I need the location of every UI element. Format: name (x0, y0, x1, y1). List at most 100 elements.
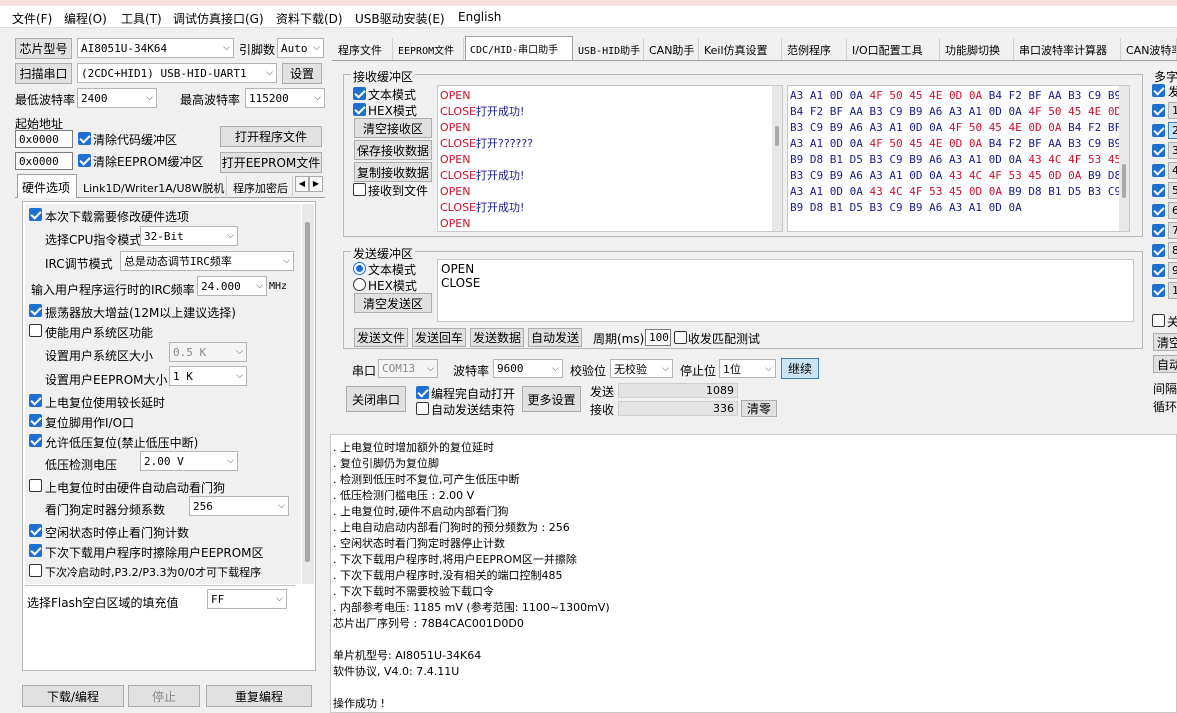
multi-item-button[interactable]: 2 (1168, 122, 1177, 139)
tab-can-helper[interactable]: CAN助手 (645, 38, 699, 60)
clear-code-checkbox[interactable] (78, 132, 91, 145)
send-file-button[interactable]: 发送文件 (354, 328, 408, 347)
menu-download[interactable]: 资料下载(D) (276, 10, 343, 27)
multi-item-button[interactable]: 3 (1168, 142, 1177, 159)
period-input[interactable]: 100 (645, 329, 671, 346)
pins-select[interactable]: Auto ⌵ (277, 38, 324, 58)
tab-link1d[interactable]: Link1D/Writer1A/U8W脱机 (79, 176, 227, 198)
multi-item-button[interactable]: 6 (1168, 202, 1177, 219)
rx-hex-scroll-thumb[interactable] (1122, 164, 1126, 198)
tx-text-area[interactable]: OPEN CLOSE (437, 259, 1134, 322)
scan-port-button[interactable]: 扫描串口 (15, 63, 72, 84)
osc-gain-checkbox[interactable] (29, 304, 42, 317)
tab-hardware-options[interactable]: 硬件选项 (17, 174, 77, 198)
irc-freq-select[interactable]: 24.000 ⌵ (197, 276, 267, 296)
wdt-div-select[interactable]: 256 ⌵ (189, 496, 289, 516)
baud-select[interactable]: 9600 ⌵ (493, 359, 563, 378)
tab-pin-switch[interactable]: 功能脚切换 (941, 38, 1014, 60)
multi-item-checkbox[interactable] (1152, 204, 1165, 217)
multi-item-checkbox[interactable] (1152, 164, 1165, 177)
menu-english[interactable]: English (458, 10, 501, 24)
tab-scroll-right-icon[interactable]: ▶ (309, 176, 323, 192)
multi-close-checkbox[interactable] (1152, 314, 1165, 327)
multi-item-checkbox[interactable] (1152, 84, 1165, 97)
stop-button[interactable]: 停止 (128, 685, 200, 707)
multi-item-button[interactable]: 4 (1168, 162, 1177, 179)
multi-item-checkbox[interactable] (1152, 144, 1165, 157)
download-button[interactable]: 下载/编程 (22, 685, 124, 707)
auto-open-checkbox[interactable] (416, 386, 429, 399)
modify-hw-checkbox[interactable] (29, 208, 42, 221)
user-sys-checkbox[interactable] (29, 324, 42, 337)
multi-item-checkbox[interactable] (1152, 124, 1165, 137)
copy-rx-button[interactable]: 复制接收数据 (354, 162, 432, 182)
port-select[interactable]: (2CDC+HID1) USB-HID-UART1 ⌵ (77, 63, 277, 83)
multi-item-checkbox[interactable] (1152, 244, 1165, 257)
cpu-mode-select[interactable]: 32-Bit ⌵ (140, 226, 238, 246)
settings-button[interactable]: 设置 (282, 63, 322, 84)
wdt-auto-checkbox[interactable] (29, 479, 42, 492)
rx-hex-area[interactable]: A3 A1 0D 0A 4F 50 45 4E 0D 0A B4 F2 BF A… (787, 85, 1130, 232)
multi-item-button[interactable]: 9 (1168, 262, 1177, 279)
multi-item-checkbox[interactable] (1152, 104, 1165, 117)
lvd-select[interactable]: 2.00 V ⌵ (140, 451, 238, 471)
multi-item-checkbox[interactable] (1152, 264, 1165, 277)
menu-usb-driver[interactable]: USB驱动安装(E) (355, 10, 445, 27)
multi-auto-button[interactable]: 自动 (1153, 355, 1177, 373)
multi-item-button[interactable]: 1 (1168, 282, 1177, 299)
options-scroll-thumb[interactable] (305, 222, 310, 562)
rx-hex-scrollbar[interactable] (1119, 86, 1129, 231)
tab-encrypt[interactable]: 程序加密后 (229, 176, 293, 198)
clear-eeprom-checkbox[interactable] (78, 154, 91, 167)
clear-count-button[interactable]: 清零 (741, 400, 777, 417)
parity-select[interactable]: 无校验 ⌵ (610, 359, 673, 378)
rx-text-scroll-thumb[interactable] (775, 126, 779, 146)
clear-tx-button[interactable]: 清空发送区 (354, 293, 432, 313)
multi-item-checkbox[interactable] (1152, 284, 1165, 297)
sys-size-select[interactable]: 0.5 K ⌵ (169, 342, 247, 362)
com-port-select[interactable]: COM13 ⌵ (378, 359, 438, 378)
tab-scroll-left-icon[interactable]: ◀ (295, 176, 309, 192)
menu-debug[interactable]: 调试仿真接口(G) (173, 10, 264, 27)
multi-item-checkbox[interactable] (1152, 184, 1165, 197)
tab-program-file[interactable]: 程序文件 (334, 38, 393, 60)
min-baud-select[interactable]: 2400 ⌵ (77, 88, 157, 108)
idle-wdt-checkbox[interactable] (29, 524, 42, 537)
clear-rx-button[interactable]: 清空接收区 (354, 118, 432, 138)
rx-text-scrollbar[interactable] (772, 86, 782, 231)
tab-usb-hid[interactable]: USB-HID助手 (574, 38, 644, 60)
tx-text-mode-radio[interactable] (353, 262, 366, 275)
rx-to-file-checkbox[interactable] (353, 183, 366, 196)
lvr-checkbox[interactable] (29, 434, 42, 447)
tab-can-baud[interactable]: CAN波特率 (1122, 38, 1177, 60)
max-baud-select[interactable]: 115200 ⌵ (245, 88, 325, 108)
multi-item-button[interactable]: 1 (1168, 102, 1177, 119)
eeprom-address-input[interactable]: 0x0000 (15, 152, 73, 170)
multi-item-checkbox[interactable] (1152, 224, 1165, 237)
rx-hex-mode-checkbox[interactable] (353, 103, 366, 116)
log-output[interactable]: . 上电复位时增加额外的复位延时 . 复位引脚仍为复位脚 . 检测到低压时不复位… (330, 434, 1177, 713)
auto-end-checkbox[interactable] (416, 402, 429, 415)
reprogram-button[interactable]: 重复编程 (206, 685, 312, 707)
tab-keil-sim[interactable]: Keil仿真设置 (700, 38, 782, 60)
menu-tools[interactable]: 工具(T) (121, 10, 162, 27)
more-settings-button[interactable]: 更多设置 (522, 386, 581, 412)
cold-boot-checkbox[interactable] (29, 564, 42, 577)
continue-button[interactable]: 继续 (781, 358, 819, 379)
match-test-checkbox[interactable] (674, 331, 687, 344)
options-scrollbar[interactable] (302, 204, 314, 584)
auto-send-button[interactable]: 自动发送 (528, 328, 582, 347)
tab-examples[interactable]: 范例程序 (783, 38, 847, 60)
open-program-file-button[interactable]: 打开程序文件 (220, 126, 322, 147)
code-address-input[interactable]: 0x0000 (15, 130, 73, 148)
erase-eeprom-checkbox[interactable] (29, 544, 42, 557)
tab-io-config[interactable]: I/O口配置工具 (848, 38, 940, 60)
rx-text-area[interactable]: OPEN CLOSE打开成功! OPEN CLOSE打开?????? OPEN CLOSE… (437, 85, 783, 232)
send-data-button[interactable]: 发送数据 (470, 328, 524, 347)
stop-bits-select[interactable]: 1位 ⌵ (719, 359, 776, 378)
tab-baud-calc[interactable]: 串口波特率计算器 (1015, 38, 1121, 60)
reset-io-checkbox[interactable] (29, 414, 42, 427)
open-eeprom-file-button[interactable]: 打开EEPROM文件 (220, 152, 322, 173)
send-enter-button[interactable]: 发送回车 (412, 328, 466, 347)
save-rx-button[interactable]: 保存接收数据 (354, 140, 432, 160)
